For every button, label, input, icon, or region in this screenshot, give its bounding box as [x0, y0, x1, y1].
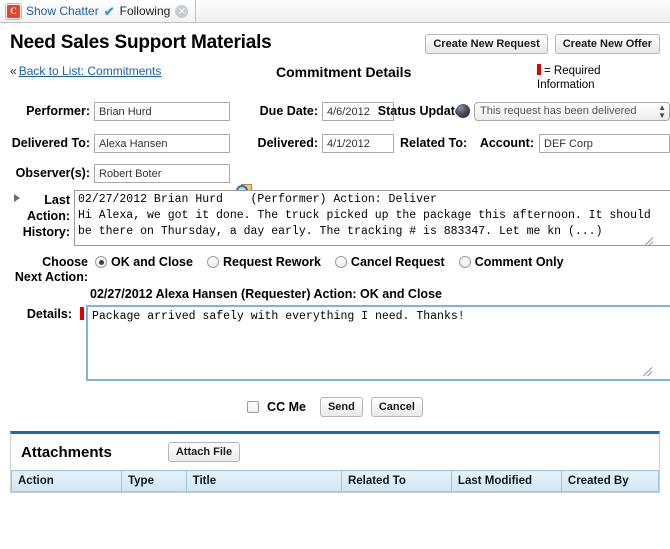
account-label: Account:: [479, 136, 534, 150]
radio-cancel-request-icon[interactable]: [334, 256, 347, 268]
action-history-section: Last Action: History: 02/27/2012 Brian H…: [10, 190, 670, 248]
status-update-label: Status Update:: [377, 104, 466, 118]
details-header-line: 02/27/2012 Alexa Hansen (Requester) Acti…: [90, 287, 442, 301]
chatter-logo-icon: C: [6, 3, 21, 19]
history-label-line3: History:: [22, 225, 70, 239]
column-header-action[interactable]: Action: [11, 470, 122, 492]
resize-grip-icon[interactable]: [644, 237, 653, 246]
radio-comment-only-label: Comment Only: [474, 255, 564, 269]
following-label: Following: [119, 4, 171, 18]
attachments-table: Action Type Title Related To Last Modifi…: [11, 470, 660, 492]
subheader: «Back to List: Commitments Commitment De…: [10, 64, 660, 98]
page-title: Need Sales Support Materials: [10, 32, 272, 53]
attachments-header: Attachments Attach File: [11, 434, 659, 470]
column-header-created-by[interactable]: Created By: [560, 470, 660, 492]
back-chevron-icon: «: [10, 64, 17, 78]
choose-label-line2: Next Action:: [14, 270, 88, 284]
check-icon: ✔: [103, 3, 115, 19]
column-header-type[interactable]: Type: [120, 470, 187, 492]
commitment-details-heading: Commitment Details: [276, 64, 412, 80]
create-new-offer-button[interactable]: Create New Offer: [554, 34, 660, 54]
required-legend-text: = Required Information: [537, 65, 601, 91]
delivered-to-label: Delivered To:: [11, 136, 90, 150]
chatter-bar-filler: [196, 0, 670, 22]
next-action-radio-group: OK and Close Request Rework Cancel Reque…: [95, 255, 564, 269]
status-globe-icon: [456, 104, 470, 118]
details-textarea[interactable]: Package arrived safely with everything I…: [86, 305, 670, 381]
details-label: Details:: [26, 307, 72, 321]
chatter-bar: C Show Chatter ✔ Following ×: [0, 0, 670, 23]
delivered-to-input[interactable]: [94, 134, 230, 153]
radio-cancel-request[interactable]: Cancel Request: [334, 255, 445, 269]
radio-comment-only-icon[interactable]: [458, 256, 471, 268]
due-date-label: Due Date:: [259, 104, 318, 118]
cc-me-checkbox[interactable]: [247, 401, 260, 413]
observers-label: Observer(s):: [15, 166, 90, 180]
chatter-tab[interactable]: C Show Chatter ✔ Following ×: [0, 0, 197, 22]
column-header-last-modified[interactable]: Last Modified: [450, 470, 562, 492]
performer-label: Performer:: [26, 104, 90, 118]
performer-input[interactable]: [94, 102, 230, 121]
status-update-select[interactable]: This request has been delivered ▲ ▼: [474, 102, 670, 121]
details-resize-grip-icon[interactable]: [643, 367, 652, 376]
account-input[interactable]: [539, 134, 670, 153]
breadcrumb: «Back to List: Commitments: [10, 64, 161, 78]
column-header-related-to[interactable]: Related To: [340, 470, 452, 492]
commitment-form: Performer: Due Date: Status Update: This…: [10, 100, 670, 197]
radio-request-rework-icon[interactable]: [206, 256, 219, 268]
radio-ok-and-close-icon[interactable]: [95, 256, 107, 268]
create-new-request-button[interactable]: Create New Request: [425, 34, 548, 54]
radio-request-rework-label: Request Rework: [222, 255, 321, 269]
details-required-marker-icon: [80, 307, 84, 320]
radio-comment-only[interactable]: Comment Only: [458, 255, 564, 269]
action-history-textarea[interactable]: 02/27/2012 Brian Hurd (Performer) Action…: [74, 190, 670, 246]
chevron-updown-icon: ▲ ▼: [658, 103, 666, 120]
close-icon[interactable]: ×: [175, 4, 189, 18]
required-marker-icon: [537, 64, 541, 75]
action-history-label: Last Action: History:: [18, 192, 70, 240]
column-header-title[interactable]: Title: [185, 470, 342, 492]
form-actions: CC Me Send Cancel: [10, 397, 660, 417]
radio-cancel-request-label: Cancel Request: [350, 255, 445, 269]
header-actions: Create New Request Create New Offer: [425, 34, 660, 54]
send-button[interactable]: Send: [319, 397, 363, 417]
history-label-line2: Action:: [26, 209, 70, 223]
radio-ok-and-close[interactable]: OK and Close: [95, 255, 193, 269]
radio-request-rework[interactable]: Request Rework: [206, 255, 321, 269]
attach-file-button[interactable]: Attach File: [167, 442, 241, 462]
page-header: Need Sales Support Materials Create New …: [10, 32, 660, 54]
attachments-panel: Attachments Attach File Action Type Titl…: [10, 431, 660, 493]
back-to-list-link[interactable]: Back to List: Commitments: [19, 64, 162, 78]
choose-label-line1: Choose: [42, 255, 88, 269]
radio-ok-and-close-label: OK and Close: [111, 255, 193, 269]
history-label-line1: Last: [44, 193, 70, 207]
show-chatter-link[interactable]: Show Chatter: [26, 4, 99, 18]
next-action-section: Choose Next Action: OK and Close Request…: [10, 255, 660, 285]
delivered-label: Delivered:: [257, 136, 318, 150]
attachments-title: Attachments: [21, 443, 112, 461]
delivered-input[interactable]: [322, 134, 394, 153]
cancel-button[interactable]: Cancel: [370, 397, 423, 417]
observers-input[interactable]: [94, 164, 230, 183]
details-section: 02/27/2012 Alexa Hansen (Requester) Acti…: [10, 287, 670, 387]
cc-me-label: CC Me: [267, 400, 306, 414]
attachments-header-row: Action Type Title Related To Last Modifi…: [11, 470, 660, 492]
choose-next-action-label: Choose Next Action:: [10, 255, 88, 285]
required-info-legend: = Required Information: [537, 64, 657, 92]
status-update-value: This request has been delivered: [480, 105, 637, 117]
